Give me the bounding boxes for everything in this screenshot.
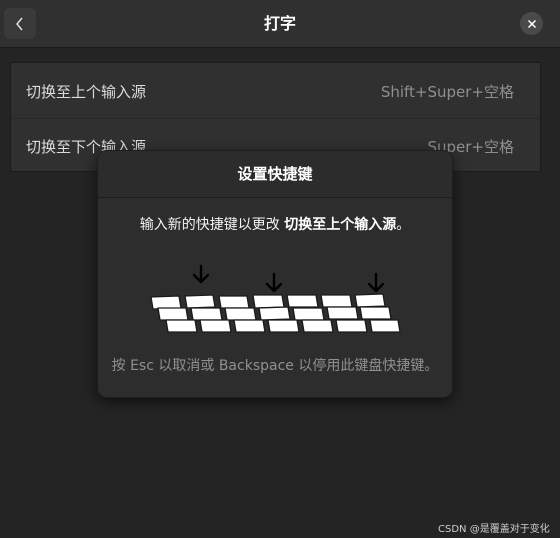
- set-shortcut-dialog: 设置快捷键 输入新的快捷键以更改 切换至上个输入源。 按 Esc 以取消或 Ba…: [97, 150, 453, 398]
- close-button[interactable]: [520, 12, 543, 35]
- close-icon: [527, 19, 536, 28]
- header-bar: 打字: [0, 0, 560, 48]
- dialog-body: 输入新的快捷键以更改 切换至上个输入源。 按 Esc 以取消或 Backspac…: [98, 198, 452, 397]
- keyboard-keys-icon: [150, 264, 401, 333]
- dialog-title: 设置快捷键: [237, 165, 313, 183]
- hint-text: 按 Esc 以取消或 Backspace 以停用此键盘快捷键。: [111, 358, 439, 374]
- watermark: CSDN @是覆盖对于变化: [438, 524, 550, 535]
- instruction-text: 输入新的快捷键以更改 切换至上个输入源。: [98, 214, 452, 234]
- instruction-prefix: 输入新的快捷键以更改: [139, 217, 285, 233]
- page-title: 打字: [263, 14, 296, 33]
- dialog-header: 设置快捷键: [98, 151, 452, 198]
- shortcut-row-previous-source[interactable]: 切换至上个输入源 Shift+Super+空格: [11, 63, 540, 119]
- shortcut-accel: Shift+Super+空格: [380, 83, 514, 101]
- instruction-target: 切换至上个输入源: [284, 217, 397, 233]
- shortcut-label: 切换至上个输入源: [26, 83, 147, 101]
- instruction-suffix: 。: [396, 217, 411, 233]
